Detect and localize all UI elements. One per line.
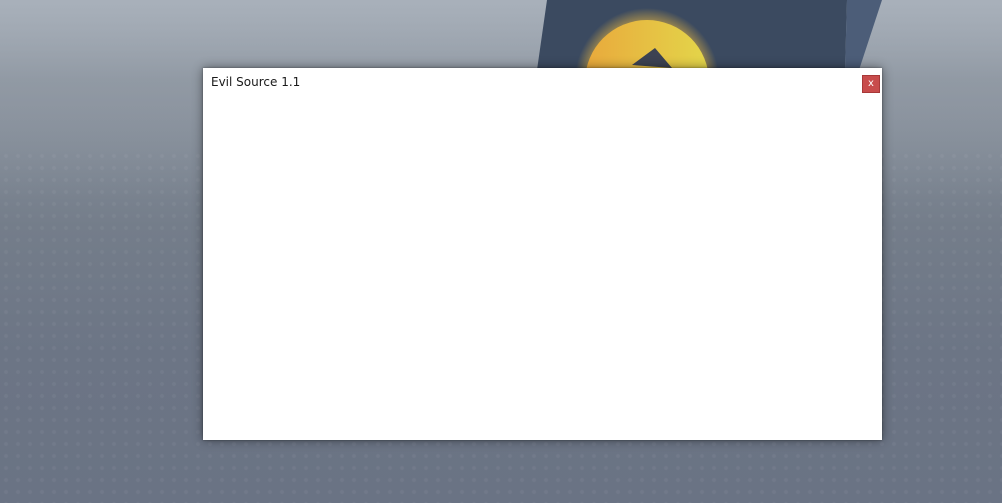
window-title-bar[interactable]: Evil Source 1.1 x	[203, 68, 882, 98]
window-title: Evil Source 1.1	[211, 75, 301, 89]
close-button[interactable]: x	[862, 75, 880, 93]
evil-source-window: Evil Source 1.1 x	[203, 68, 882, 440]
window-content-area	[203, 98, 882, 440]
close-icon: x	[868, 78, 874, 89]
